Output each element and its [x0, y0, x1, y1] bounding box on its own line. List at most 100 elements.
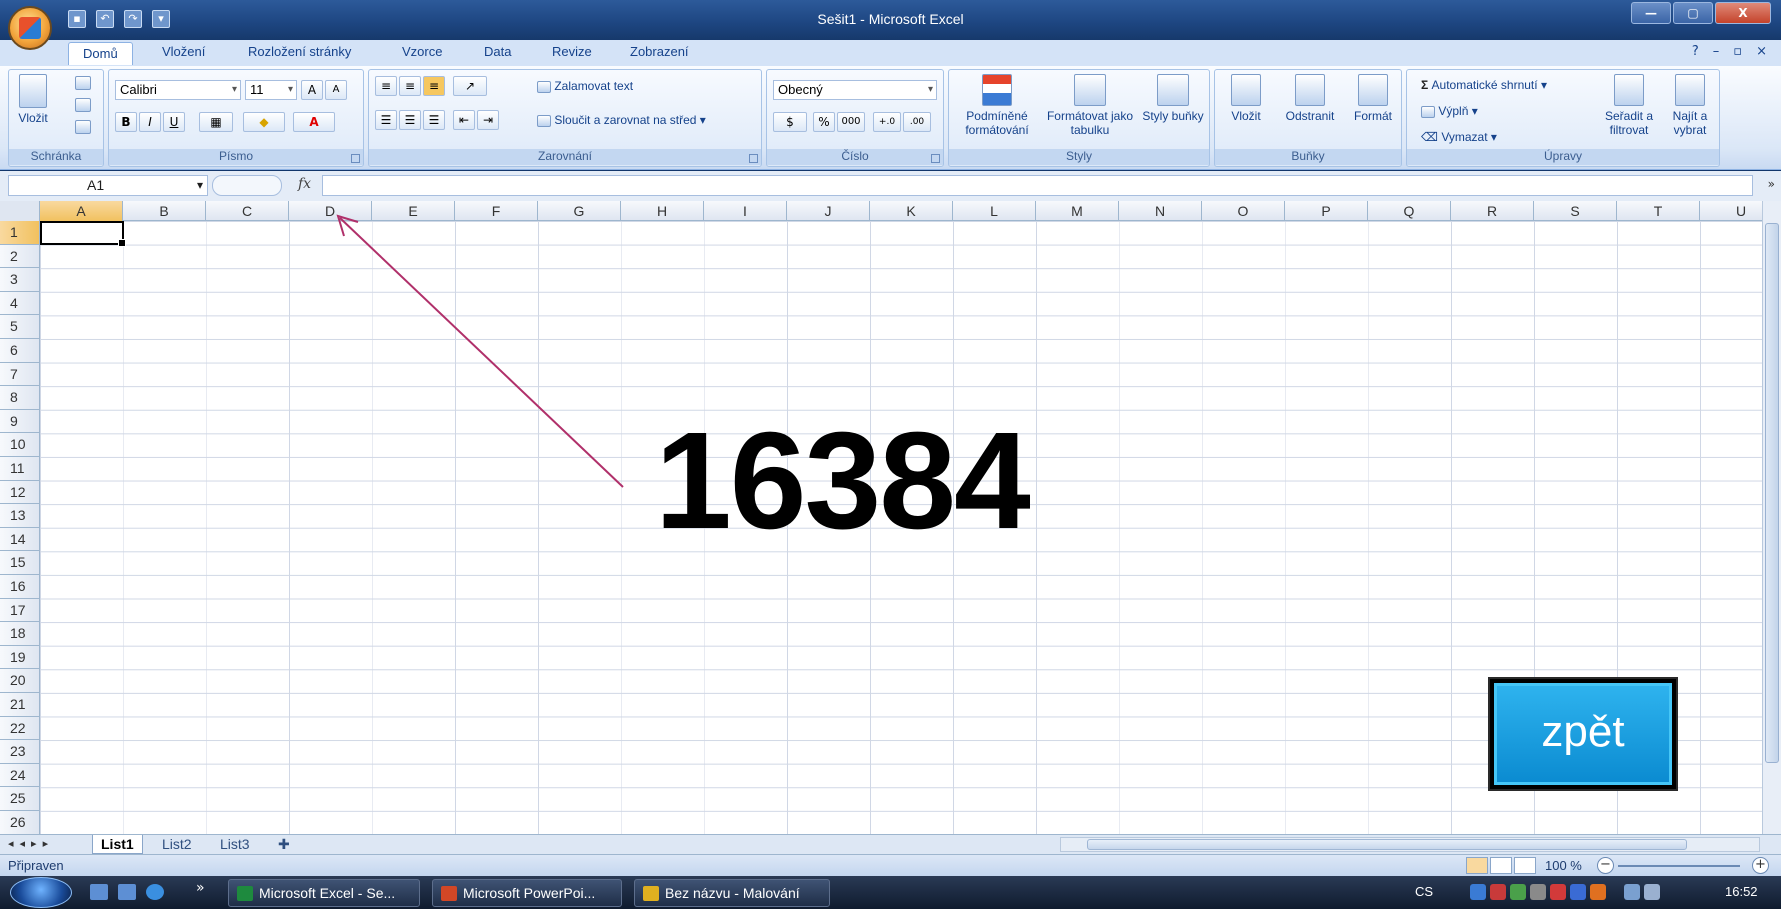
underline-button[interactable]: U: [163, 112, 185, 132]
align-middle-button[interactable]: ≡: [399, 76, 421, 96]
column-header-j[interactable]: J: [787, 201, 870, 221]
row-header-9[interactable]: 9: [0, 409, 40, 434]
format-painter-icon[interactable]: [75, 120, 91, 134]
row-header-10[interactable]: 10: [0, 433, 40, 457]
fill-color-button[interactable]: ◆: [243, 112, 285, 132]
tab-insert[interactable]: Vložení: [162, 44, 205, 59]
row-header-11[interactable]: 11: [0, 457, 40, 481]
row-header-7[interactable]: 7: [0, 362, 40, 387]
percent-button[interactable]: %: [813, 112, 835, 132]
column-header-m[interactable]: M: [1036, 201, 1119, 221]
zoom-level[interactable]: 100 %: [1545, 858, 1582, 873]
column-header-b[interactable]: B: [123, 201, 206, 221]
font-color-button[interactable]: A: [293, 112, 335, 132]
column-header-l[interactable]: L: [953, 201, 1036, 221]
orientation-button[interactable]: ↗: [453, 76, 487, 96]
ribbon-close-icon[interactable]: ×: [1756, 44, 1767, 59]
copy-icon[interactable]: [75, 98, 91, 112]
align-bottom-button[interactable]: ≡: [423, 76, 445, 96]
column-header-g[interactable]: G: [538, 201, 621, 221]
row-header-5[interactable]: 5: [0, 315, 40, 339]
alignment-dialog-launcher[interactable]: [749, 154, 758, 163]
row-header-24[interactable]: 24: [0, 763, 40, 788]
tab-data[interactable]: Data: [484, 44, 511, 59]
font-dialog-launcher[interactable]: [351, 154, 360, 163]
ribbon-restore-icon[interactable]: ▫: [1733, 44, 1742, 59]
column-header-c[interactable]: C: [206, 201, 289, 221]
font-size-select[interactable]: 11: [245, 80, 297, 100]
thousands-button[interactable]: 000: [837, 112, 865, 132]
row-header-14[interactable]: 14: [0, 527, 40, 552]
delete-cells-button[interactable]: Odstranit: [1277, 74, 1343, 123]
zoom-out-icon[interactable]: −: [1597, 857, 1614, 874]
column-header-i[interactable]: I: [704, 201, 787, 221]
column-header-s[interactable]: S: [1534, 201, 1617, 221]
sheet-tab-list2[interactable]: List2: [154, 835, 200, 854]
tray-icon-6[interactable]: [1570, 884, 1586, 900]
tray-icon-7[interactable]: [1590, 884, 1606, 900]
internet-explorer-icon[interactable]: [146, 884, 164, 900]
name-box[interactable]: A1: [8, 175, 208, 196]
network-icon[interactable]: [1624, 884, 1640, 900]
paste-button[interactable]: Vložit: [15, 74, 51, 125]
column-header-k[interactable]: K: [870, 201, 953, 221]
format-as-table-button[interactable]: Formátovat jako tabulku: [1045, 74, 1135, 137]
column-header-a[interactable]: A: [40, 201, 123, 221]
fill-button[interactable]: Výplň ▾: [1421, 104, 1478, 118]
accounting-format-button[interactable]: $: [773, 112, 807, 132]
wrap-text-button[interactable]: Zalamovat text: [537, 79, 633, 93]
decrease-decimal-button[interactable]: .00: [903, 112, 931, 132]
clear-button[interactable]: ⌫ Vymazat ▾: [1421, 130, 1497, 144]
quick-launch-more-icon[interactable]: »: [196, 880, 205, 896]
row-header-3[interactable]: 3: [0, 268, 40, 292]
insert-cells-button[interactable]: Vložit: [1219, 74, 1273, 123]
tray-icon-4[interactable]: [1530, 884, 1546, 900]
merge-center-button[interactable]: Sloučit a zarovnat na střed ▾: [537, 113, 706, 127]
conditional-formatting-button[interactable]: Podmíněné formátování: [953, 74, 1041, 137]
align-left-button[interactable]: ☰: [375, 110, 397, 130]
sheet-tab-list1[interactable]: List1: [92, 835, 143, 854]
increase-decimal-button[interactable]: +.0: [873, 112, 901, 132]
column-header-t[interactable]: T: [1617, 201, 1700, 221]
row-header-18[interactable]: 18: [0, 622, 40, 646]
language-indicator[interactable]: CS: [1415, 884, 1433, 899]
row-header-22[interactable]: 22: [0, 716, 40, 741]
row-header-4[interactable]: 4: [0, 291, 40, 316]
row-header-12[interactable]: 12: [0, 480, 40, 505]
tab-review[interactable]: Revize: [552, 44, 592, 59]
ribbon-minimize-icon[interactable]: –: [1713, 44, 1720, 59]
sort-filter-button[interactable]: Seřadit a filtrovat: [1597, 74, 1661, 137]
autosum-button[interactable]: Σ Automatické shrnutí ▾: [1421, 78, 1547, 92]
row-header-23[interactable]: 23: [0, 740, 40, 764]
align-top-button[interactable]: ≡: [375, 76, 397, 96]
font-name-select[interactable]: Calibri: [115, 80, 241, 100]
expand-formula-bar-icon[interactable]: »: [1768, 177, 1775, 191]
close-button[interactable]: X: [1715, 2, 1771, 24]
row-header-25[interactable]: 25: [0, 787, 40, 811]
cut-icon[interactable]: [75, 76, 91, 90]
row-header-8[interactable]: 8: [0, 386, 40, 410]
normal-view-icon[interactable]: [1466, 857, 1488, 874]
row-header-26[interactable]: 26: [0, 811, 40, 834]
tray-icon-1[interactable]: [1470, 884, 1486, 900]
column-header-d[interactable]: D: [289, 201, 372, 221]
row-header-21[interactable]: 21: [0, 693, 40, 717]
vertical-scrollbar[interactable]: [1762, 201, 1781, 834]
page-break-view-icon[interactable]: [1514, 857, 1536, 874]
grow-font-button[interactable]: A: [301, 80, 323, 100]
vertical-scroll-thumb[interactable]: [1765, 223, 1779, 763]
row-header-20[interactable]: 20: [0, 669, 40, 693]
volume-icon[interactable]: [1644, 884, 1660, 900]
insert-function-icon[interactable]: fx: [298, 176, 311, 192]
find-select-button[interactable]: Najít a vybrat: [1663, 74, 1717, 137]
zoom-slider[interactable]: [1618, 865, 1740, 867]
minimize-button[interactable]: —: [1631, 2, 1671, 24]
column-header-o[interactable]: O: [1202, 201, 1285, 221]
switch-windows-icon[interactable]: [118, 884, 136, 900]
zoom-in-icon[interactable]: +: [1752, 857, 1769, 874]
italic-button[interactable]: I: [139, 112, 161, 132]
decrease-indent-button[interactable]: ⇤: [453, 110, 475, 130]
row-header-6[interactable]: 6: [0, 339, 40, 363]
tab-formulas[interactable]: Vzorce: [402, 44, 442, 59]
select-all-corner[interactable]: [0, 201, 40, 221]
